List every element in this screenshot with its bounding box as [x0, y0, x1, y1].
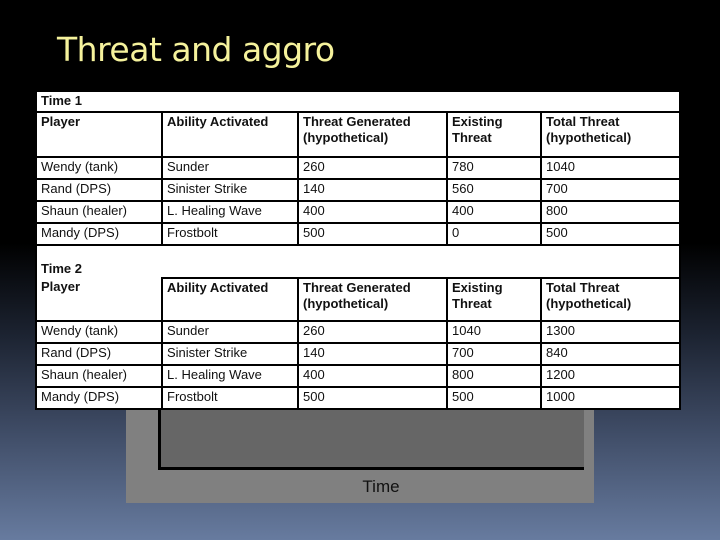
cell-threat-generated: 140: [297, 342, 448, 366]
cell-total-threat: 800: [539, 200, 682, 224]
section-row-time-1: Time 1: [34, 90, 682, 113]
cell-total-threat: 840: [539, 342, 682, 366]
section-label: Time 2: [34, 244, 682, 278]
column-header: Player: [35, 278, 163, 322]
cell-player: Wendy (tank): [35, 156, 163, 180]
header-row: Player Ability Activated Threat Generate…: [35, 277, 682, 322]
cell-existing-threat: 800: [446, 364, 542, 388]
column-header: Total Threat (hypothetical): [539, 277, 682, 322]
cell-threat-generated: 400: [297, 200, 448, 224]
table-row: Mandy (DPS) Frostbolt 500 0 500: [35, 222, 682, 246]
cell-existing-threat: 400: [446, 200, 542, 224]
cell-threat-generated: 400: [297, 364, 448, 388]
cell-player: Shaun (healer): [35, 364, 163, 388]
table-row: Shaun (healer) L. Healing Wave 400 400 8…: [35, 200, 682, 224]
cell-total-threat: 1040: [539, 156, 682, 180]
cell-total-threat: 500: [539, 222, 682, 246]
cell-threat-generated: 260: [297, 156, 448, 180]
cell-player: Wendy (tank): [35, 320, 163, 344]
cell-total-threat: 1000: [539, 386, 682, 410]
cell-ability: L. Healing Wave: [161, 364, 299, 388]
table-row: Rand (DPS) Sinister Strike 140 560 700: [35, 178, 682, 202]
cell-ability: Frostbolt: [161, 386, 299, 410]
column-header: Existing Threat: [446, 111, 542, 158]
column-header: Ability Activated: [161, 111, 299, 158]
cell-existing-threat: 780: [446, 156, 542, 180]
cell-ability: Sunder: [161, 156, 299, 180]
cell-total-threat: 1300: [539, 320, 682, 344]
column-header: Ability Activated: [161, 277, 299, 322]
threat-table: Time 1 Player Ability Activated Threat G…: [34, 90, 682, 410]
cell-threat-generated: 500: [297, 222, 448, 246]
cell-threat-generated: 140: [297, 178, 448, 202]
cell-ability: Sunder: [161, 320, 299, 344]
cell-existing-threat: 560: [446, 178, 542, 202]
slide-title: Threat and aggro: [57, 30, 335, 69]
column-header: Threat Generated (hypothetical): [297, 277, 448, 322]
header-row: Player Ability Activated Threat Generate…: [35, 111, 682, 158]
cell-player: Rand (DPS): [35, 178, 163, 202]
cell-player: Mandy (DPS): [35, 386, 163, 410]
cell-existing-threat: 500: [446, 386, 542, 410]
x-axis-label: Time: [362, 477, 400, 496]
table-row: Rand (DPS) Sinister Strike 140 700 840: [35, 342, 682, 366]
table-row: Wendy (tank) Sunder 260 1040 1300: [35, 320, 682, 344]
cell-ability: Sinister Strike: [161, 178, 299, 202]
column-header: Threat Generated (hypothetical): [297, 111, 448, 158]
cell-threat-generated: 500: [297, 386, 448, 410]
table-row: Mandy (DPS) Frostbolt 500 500 1000: [35, 386, 682, 410]
cell-ability: L. Healing Wave: [161, 200, 299, 224]
cell-ability: Sinister Strike: [161, 342, 299, 366]
cell-total-threat: 1200: [539, 364, 682, 388]
cell-total-threat: 700: [539, 178, 682, 202]
cell-existing-threat: 700: [446, 342, 542, 366]
cell-player: Rand (DPS): [35, 342, 163, 366]
cell-existing-threat: 0: [446, 222, 542, 246]
table-row: Shaun (healer) L. Healing Wave 400 800 1…: [35, 364, 682, 388]
column-header: Player: [35, 111, 163, 158]
section-row-time-2: Time 2: [34, 244, 682, 278]
column-header: Total Threat (hypothetical): [539, 111, 682, 158]
table-row: Wendy (tank) Sunder 260 780 1040: [35, 156, 682, 180]
cell-player: Shaun (healer): [35, 200, 163, 224]
cell-player: Mandy (DPS): [35, 222, 163, 246]
column-header: Existing Threat: [446, 277, 542, 322]
cell-ability: Frostbolt: [161, 222, 299, 246]
cell-threat-generated: 260: [297, 320, 448, 344]
cell-existing-threat: 1040: [446, 320, 542, 344]
section-label: Time 1: [34, 90, 682, 113]
